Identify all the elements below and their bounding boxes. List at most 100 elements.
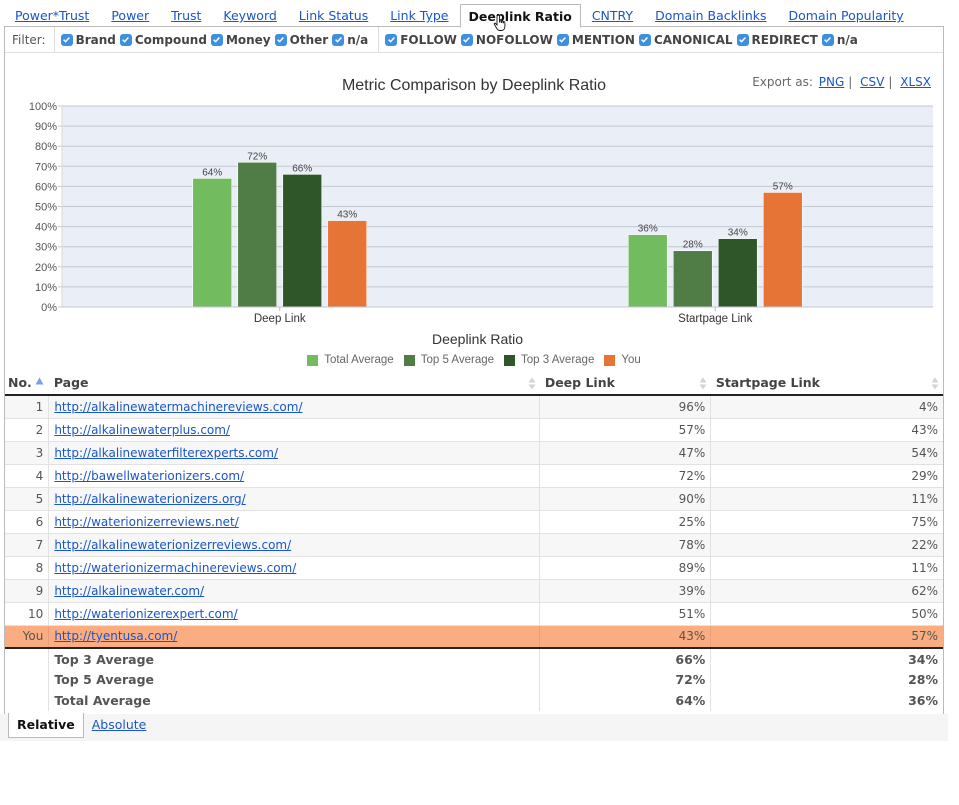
sort-unsorted-icon xyxy=(528,377,536,390)
metric-tabs: Power*Trust Power Trust Keyword Link Sta… xyxy=(4,2,915,28)
filter-compound-label: Compound xyxy=(134,32,207,47)
average-label: Top 3 Average xyxy=(48,648,541,669)
page-link[interactable]: http://bawellwaterionizers.com/ xyxy=(54,469,244,483)
sort-unsorted-icon xyxy=(699,377,707,390)
row-number xyxy=(5,669,50,690)
column-header-page[interactable]: Page xyxy=(48,371,540,396)
filter-money-label: Money xyxy=(225,32,271,47)
column-header-no[interactable]: No. xyxy=(5,371,49,396)
startpage-link-value: 11% xyxy=(710,487,943,511)
legend-item-top3-average[interactable]: Top 3 Average xyxy=(504,354,594,366)
tab-domain-popularity[interactable]: Domain Popularity xyxy=(778,4,915,27)
checkbox-checked-icon xyxy=(119,33,132,46)
data-label: 43% xyxy=(337,210,357,221)
filter-brand-checkbox[interactable]: Brand xyxy=(60,32,116,47)
row-number: You xyxy=(5,625,50,649)
average-label: Total Average xyxy=(48,690,541,711)
bar-top-5-average xyxy=(237,161,278,308)
deep-link-value: 47% xyxy=(539,441,712,465)
filter-anchor-na-label: n/a xyxy=(347,32,369,47)
page-link[interactable]: http://waterionizermachinereviews.com/ xyxy=(54,561,296,575)
column-label: No. xyxy=(8,375,32,390)
startpage-link-value: 54% xyxy=(710,441,943,465)
y-tick-label: 30% xyxy=(35,242,57,254)
row-number: 6 xyxy=(5,510,50,534)
tab-cntry[interactable]: CNTRY xyxy=(581,4,644,27)
row-number: 4 xyxy=(5,464,50,488)
tab-absolute[interactable]: Absolute xyxy=(84,713,155,738)
filter-follow-checkbox[interactable]: FOLLOW xyxy=(385,33,457,47)
page-link[interactable]: http://alkalinewater.com/ xyxy=(54,584,204,598)
table-row: 6 http://waterionizerreviews.net/25% 75% xyxy=(5,510,943,534)
bar-you xyxy=(327,220,368,308)
startpage-link-value: 43% xyxy=(710,418,943,442)
legend-swatch xyxy=(604,354,616,366)
page-link[interactable]: http://waterionizerexpert.com/ xyxy=(54,607,237,621)
filter-brand-label: Brand xyxy=(75,32,116,47)
y-tick-label: 100% xyxy=(29,101,57,113)
filter-nofollow-checkbox[interactable]: NOFOLLOW xyxy=(460,32,553,47)
legend-item-total-average[interactable]: Total Average xyxy=(307,354,394,366)
view-mode-tabs: Relative Absolute xyxy=(8,713,154,738)
bar-total-average xyxy=(192,178,233,308)
startpage-link-value: 28% xyxy=(908,672,938,687)
checkbox-checked-icon xyxy=(385,33,398,46)
page-link[interactable]: http://alkalinewaterfilterexperts.com/ xyxy=(54,446,278,460)
bar-top-5-average xyxy=(672,250,713,308)
tab-trust[interactable]: Trust xyxy=(160,4,212,27)
filter-linktype-na-checkbox[interactable]: n/a xyxy=(821,33,858,47)
checkbox-checked-icon xyxy=(60,33,73,46)
row-number: 7 xyxy=(5,533,50,557)
tab-domain-backlinks[interactable]: Domain Backlinks xyxy=(644,4,777,27)
column-header-deep-link[interactable]: Deep Link xyxy=(539,371,711,396)
tab-power-trust[interactable]: Power*Trust xyxy=(4,4,100,27)
startpage-link-value: 34% xyxy=(908,651,938,667)
data-label: 72% xyxy=(247,151,267,162)
tab-power[interactable]: Power xyxy=(100,4,160,27)
filter-money-checkbox[interactable]: Money xyxy=(210,32,271,47)
deep-link-value: 51% xyxy=(539,602,712,626)
filter-redirect-checkbox[interactable]: REDIRECT xyxy=(736,33,818,47)
filter-compound-checkbox[interactable]: Compound xyxy=(119,32,207,47)
hand-cursor-icon xyxy=(493,14,506,31)
bar-chart: 0% 10% 20% 30% 40% 50% 60% 70% 80% 90% 100% 64% 72% 6… xyxy=(29,101,933,347)
column-label: Page xyxy=(53,375,89,390)
tab-link-status[interactable]: Link Status xyxy=(288,4,379,27)
filter-canonical-checkbox[interactable]: CANONICAL xyxy=(638,33,733,47)
tab-link-type[interactable]: Link Type xyxy=(379,4,459,27)
legend-item-you[interactable]: You xyxy=(604,354,641,366)
average-row-top3: Top 3 Average 66% 34% xyxy=(5,648,943,669)
startpage-link-value: 11% xyxy=(710,556,943,580)
x-tick-label: Deep Link xyxy=(254,313,306,325)
page-link[interactable]: http://alkalinewaterionizerreviews.com/ xyxy=(54,538,291,552)
startpage-link-value: 50% xyxy=(710,602,943,626)
filter-other-checkbox[interactable]: Other xyxy=(274,33,328,47)
page-link[interactable]: http://waterionizerreviews.net/ xyxy=(54,515,238,529)
deep-link-value: 89% xyxy=(539,556,712,580)
row-number: 5 xyxy=(5,487,50,511)
legend-swatch xyxy=(504,354,516,366)
tab-relative[interactable]: Relative xyxy=(8,713,84,738)
checkbox-checked-icon xyxy=(736,33,749,46)
filter-follow-label: FOLLOW xyxy=(400,32,457,47)
startpage-link-value: 22% xyxy=(710,533,943,557)
startpage-link-value: 36% xyxy=(908,693,938,708)
page-link[interactable]: http://alkalinewaterionizers.org/ xyxy=(54,492,245,506)
deep-link-value: 72% xyxy=(539,669,712,690)
your-site-row: You http://tyentusa.com/43% 57% xyxy=(5,625,943,649)
deep-link-value: 39% xyxy=(539,579,712,603)
column-header-startpage-link[interactable]: Startpage Link xyxy=(710,371,943,396)
filter-bar: Filter: Brand Compound Money Other n/a F… xyxy=(5,27,943,53)
tab-deeplink-ratio[interactable]: Deeplink Ratio xyxy=(459,4,581,28)
table-row: 4 http://bawellwaterionizers.com/72% 29% xyxy=(5,464,943,488)
deep-link-value: 72% xyxy=(539,464,712,488)
page-link[interactable]: http://alkalinewaterplus.com/ xyxy=(54,423,230,437)
page-link[interactable]: http://alkalinewatermachinereviews.com/ xyxy=(54,400,302,414)
page-link[interactable]: http://tyentusa.com/ xyxy=(54,629,177,643)
legend-item-top5-average[interactable]: Top 5 Average xyxy=(403,354,494,366)
filter-nofollow-label: NOFOLLOW xyxy=(475,32,553,47)
tab-keyword[interactable]: Keyword xyxy=(212,4,287,27)
column-label: Startpage Link xyxy=(715,375,820,390)
filter-mention-checkbox[interactable]: MENTION xyxy=(556,33,635,47)
filter-anchor-na-checkbox[interactable]: n/a xyxy=(332,33,368,47)
